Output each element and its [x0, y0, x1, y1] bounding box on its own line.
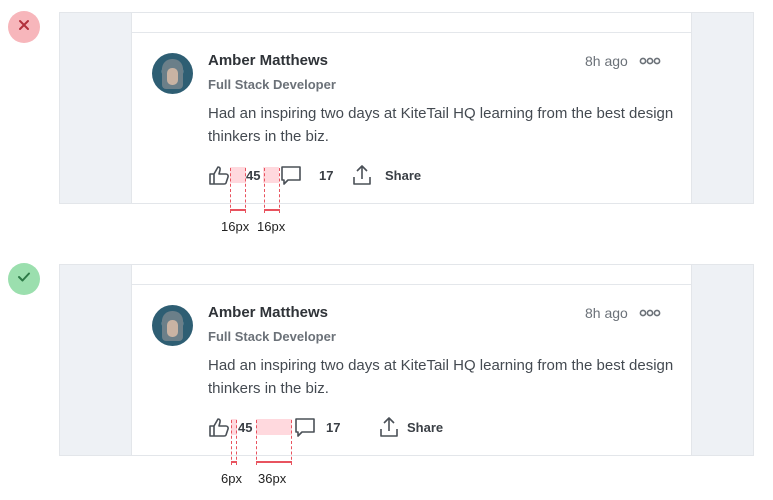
spacing-label: 16px: [257, 219, 286, 234]
post-timestamp: 8h ago: [585, 305, 628, 321]
example-panel-correct: Amber Matthews Full Stack Developer 8h a…: [59, 264, 754, 456]
like-count: 45: [246, 168, 261, 183]
post-timestamp: 8h ago: [585, 53, 628, 69]
incorrect-status-badge: [8, 11, 40, 43]
spacing-highlight: [256, 419, 292, 435]
like-count: 45: [238, 420, 253, 435]
spacing-highlight: [263, 167, 279, 183]
comment-icon[interactable]: [279, 163, 303, 187]
share-button[interactable]: Share: [385, 168, 421, 183]
more-options-icon[interactable]: [639, 306, 661, 318]
more-options-icon[interactable]: [639, 54, 661, 66]
share-button[interactable]: Share: [407, 420, 443, 435]
post-text: Had an inspiring two days at KiteTail HQ…: [208, 105, 674, 145]
card-divider: [132, 284, 691, 285]
author-name[interactable]: Amber Matthews: [208, 304, 328, 321]
correct-status-badge: [8, 263, 40, 295]
like-icon[interactable]: [208, 163, 232, 187]
comment-count: 17: [319, 168, 334, 183]
comment-count: 17: [326, 420, 341, 435]
spacing-label: 36px: [258, 471, 287, 486]
avatar[interactable]: [152, 53, 193, 94]
spacing-label: 6px: [221, 471, 242, 486]
spacing-label: 16px: [221, 219, 250, 234]
post-card: Amber Matthews Full Stack Developer 8h a…: [131, 265, 692, 455]
author-role: Full Stack Developer: [208, 77, 336, 92]
share-icon[interactable]: [350, 163, 374, 187]
post-text: Had an inspiring two days at KiteTail HQ…: [208, 357, 674, 397]
like-icon[interactable]: [208, 415, 232, 439]
x-icon: [18, 18, 30, 36]
check-icon: [17, 270, 31, 288]
example-panel-incorrect: Amber Matthews Full Stack Developer 8h a…: [59, 12, 754, 204]
card-divider: [132, 32, 691, 33]
avatar[interactable]: [152, 305, 193, 346]
author-role: Full Stack Developer: [208, 329, 336, 344]
author-name[interactable]: Amber Matthews: [208, 52, 328, 69]
share-icon[interactable]: [377, 415, 401, 439]
post-card: Amber Matthews Full Stack Developer 8h a…: [131, 13, 692, 203]
spacing-highlight: [230, 167, 246, 183]
comment-icon[interactable]: [293, 415, 317, 439]
